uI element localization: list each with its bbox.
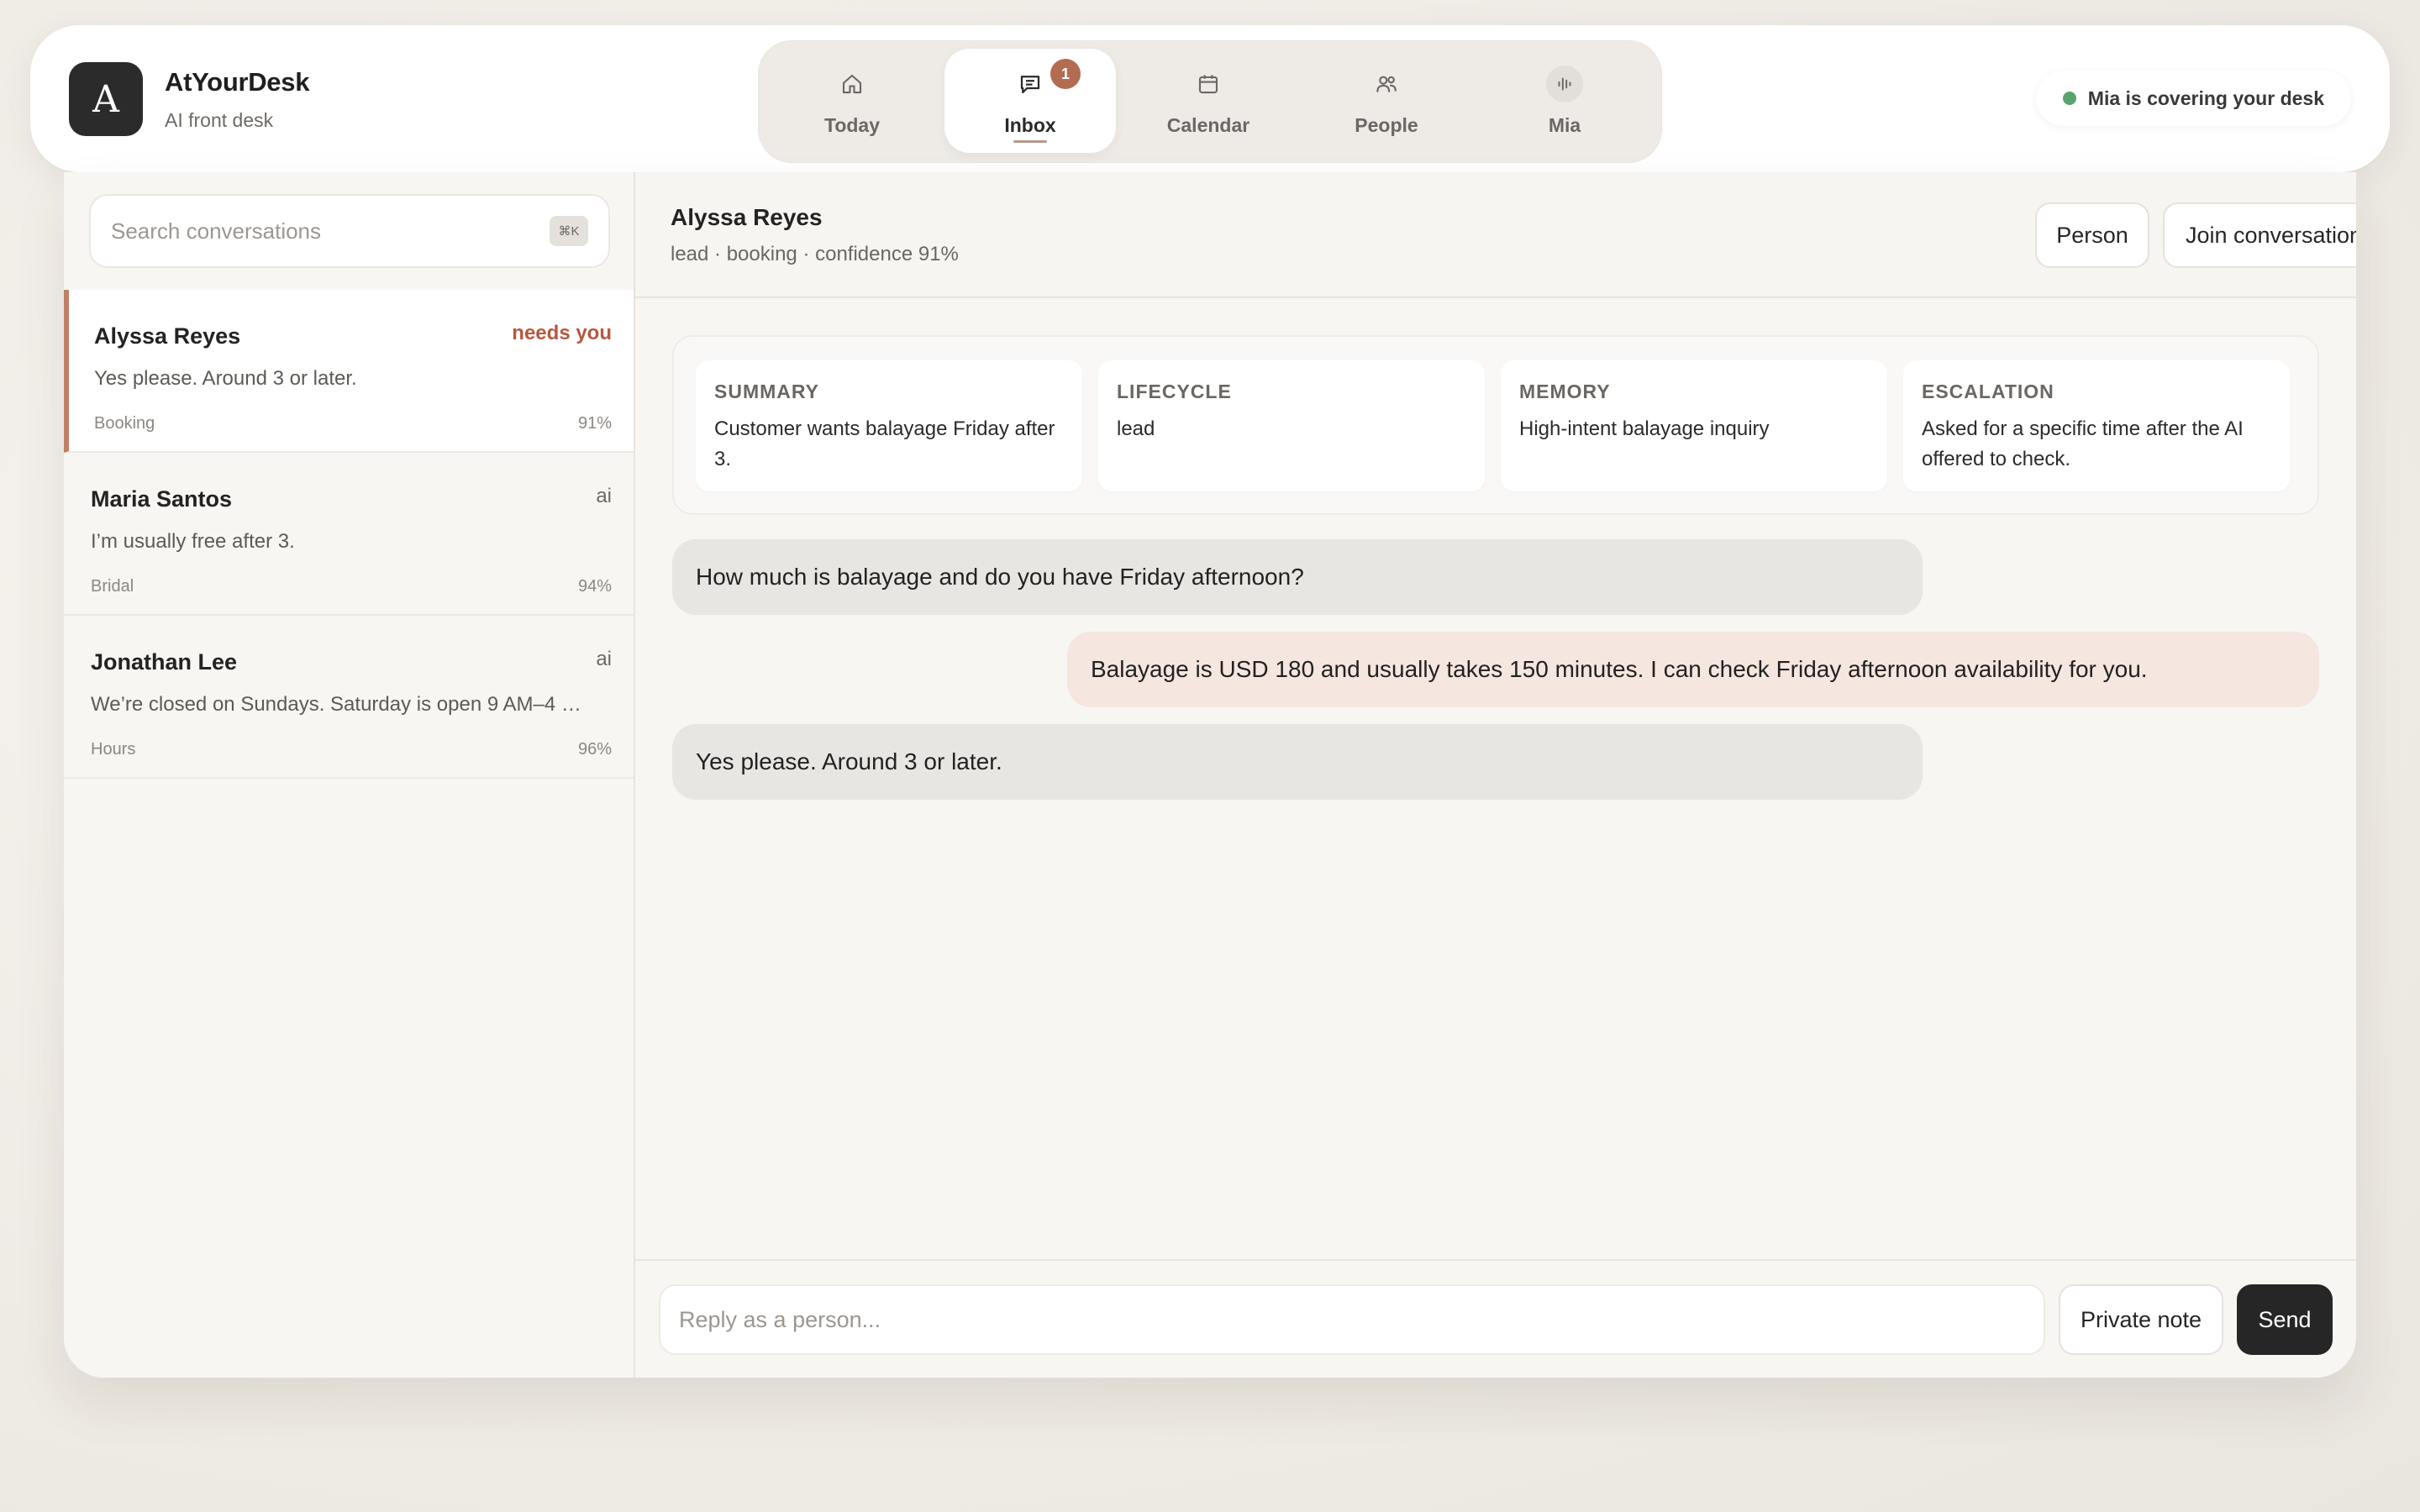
conversation-preview: We’re closed on Sundays. Saturday is ope…	[91, 693, 581, 716]
brand-logo: A	[69, 62, 143, 136]
conversation-tag: needs you	[512, 322, 612, 344]
conversation-preview: I’m usually free after 3.	[91, 530, 295, 553]
main-panel: ⌘K Alyssa Reyes needs you Yes please. Ar…	[64, 172, 2356, 1378]
escalation-card: ESCALATION Asked for a specific time aft…	[1903, 360, 2290, 491]
nav-inbox[interactable]: Inbox 1	[944, 49, 1116, 153]
summary-card: SUMMARY Customer wants balayage Friday a…	[696, 360, 1082, 491]
conversation-category: Bridal	[91, 577, 134, 596]
card-body: Customer wants balayage Friday after 3.	[714, 417, 1055, 470]
outgoing-message: Balayage is USD 180 and usually takes 15…	[1067, 632, 2319, 707]
active-indicator	[1013, 140, 1047, 143]
search-input[interactable]	[111, 218, 550, 244]
conversation-name: Jonathan Lee	[91, 649, 238, 675]
card-title: SUMMARY	[714, 381, 819, 402]
card-body: lead	[1117, 417, 1155, 440]
home-icon	[839, 71, 865, 97]
card-title: ESCALATION	[1922, 381, 2054, 402]
nav-calendar[interactable]: Calendar	[1123, 49, 1294, 153]
conversation-category: Booking	[94, 414, 155, 433]
send-button[interactable]: Send	[2237, 1284, 2333, 1355]
conversation-item-jonathan[interactable]: Jonathan Lee ai We’re closed on Sundays.…	[64, 616, 634, 779]
brand: A AtYourDesk AI front desk	[69, 62, 309, 136]
conversation-preview: Yes please. Around 3 or later.	[94, 367, 357, 390]
reply-box[interactable]	[659, 1284, 2045, 1355]
memory-card: MEMORY High-intent balayage inquiry	[1501, 360, 1887, 491]
conversation-tag: ai	[596, 648, 612, 670]
nav-mia-label: Mia	[1548, 114, 1581, 136]
status-dot	[2062, 92, 2076, 105]
status-text: Mia is covering your desk	[2087, 87, 2324, 109]
nav-inbox-label: Inbox	[1004, 114, 1056, 136]
inbox-badge: 1	[1050, 59, 1081, 89]
calendar-icon	[1195, 71, 1222, 97]
conversation-confidence: 94%	[577, 577, 612, 596]
conversation-category: Hours	[91, 740, 136, 759]
top-bar: A AtYourDesk AI front desk Today Inbox 1…	[30, 25, 2390, 172]
voice-wave-icon	[1546, 66, 1583, 102]
conversation-tag: ai	[596, 485, 612, 507]
conversation-header: Alyssa Reyes lead · booking · confidence…	[635, 172, 2356, 298]
incoming-message: Yes please. Around 3 or later.	[672, 724, 1923, 800]
brand-name: AtYourDesk	[165, 66, 310, 97]
nav-today[interactable]: Today	[766, 49, 938, 153]
card-body: High-intent balayage inquiry	[1519, 417, 1770, 440]
people-icon	[1373, 71, 1400, 97]
contact-meta: lead · booking · confidence 91%	[671, 243, 959, 265]
conversation-item-maria[interactable]: Maria Santos ai I’m usually free after 3…	[64, 453, 634, 616]
nav-mia[interactable]: Mia	[1479, 49, 1650, 153]
search-box[interactable]: ⌘K	[89, 194, 610, 268]
reply-input[interactable]	[679, 1306, 2025, 1333]
nav-today-label: Today	[823, 114, 881, 136]
join-conversation-button[interactable]: Join conversation	[2163, 202, 2356, 268]
private-note-button[interactable]: Private note	[2059, 1284, 2223, 1355]
coverage-status[interactable]: Mia is covering your desk	[2035, 71, 2351, 126]
shortcut-hint: ⌘K	[550, 216, 588, 246]
composer-divider	[635, 1259, 2356, 1261]
person-button[interactable]: Person	[2035, 202, 2149, 268]
insight-cards: SUMMARY Customer wants balayage Friday a…	[672, 335, 2319, 515]
main-nav: Today Inbox 1 Calendar People Mia	[758, 40, 1662, 163]
lifecycle-card: LIFECYCLE lead	[1098, 360, 1485, 491]
nav-people-label: People	[1355, 114, 1418, 136]
card-title: LIFECYCLE	[1117, 381, 1232, 402]
brand-subtitle: AI front desk	[165, 108, 274, 131]
message-icon	[1017, 71, 1044, 97]
card-title: MEMORY	[1519, 381, 1611, 402]
conversation-view: Alyssa Reyes lead · booking · confidence…	[635, 172, 2356, 1378]
conversation-confidence: 96%	[577, 740, 612, 759]
conversation-item-alyssa[interactable]: Alyssa Reyes needs you Yes please. Aroun…	[64, 290, 634, 453]
nav-people[interactable]: People	[1301, 49, 1472, 153]
conversation-sidebar: ⌘K Alyssa Reyes needs you Yes please. Ar…	[64, 172, 635, 1378]
conversation-confidence: 91%	[577, 414, 612, 433]
conversation-list: Alyssa Reyes needs you Yes please. Aroun…	[64, 290, 634, 779]
contact-name: Alyssa Reyes	[671, 204, 823, 230]
conversation-name: Alyssa Reyes	[94, 323, 241, 349]
incoming-message: How much is balayage and do you have Fri…	[672, 539, 1923, 615]
card-body: Asked for a specific time after the AI o…	[1922, 417, 2244, 470]
conversation-name: Maria Santos	[91, 486, 233, 512]
nav-calendar-label: Calendar	[1166, 114, 1250, 136]
